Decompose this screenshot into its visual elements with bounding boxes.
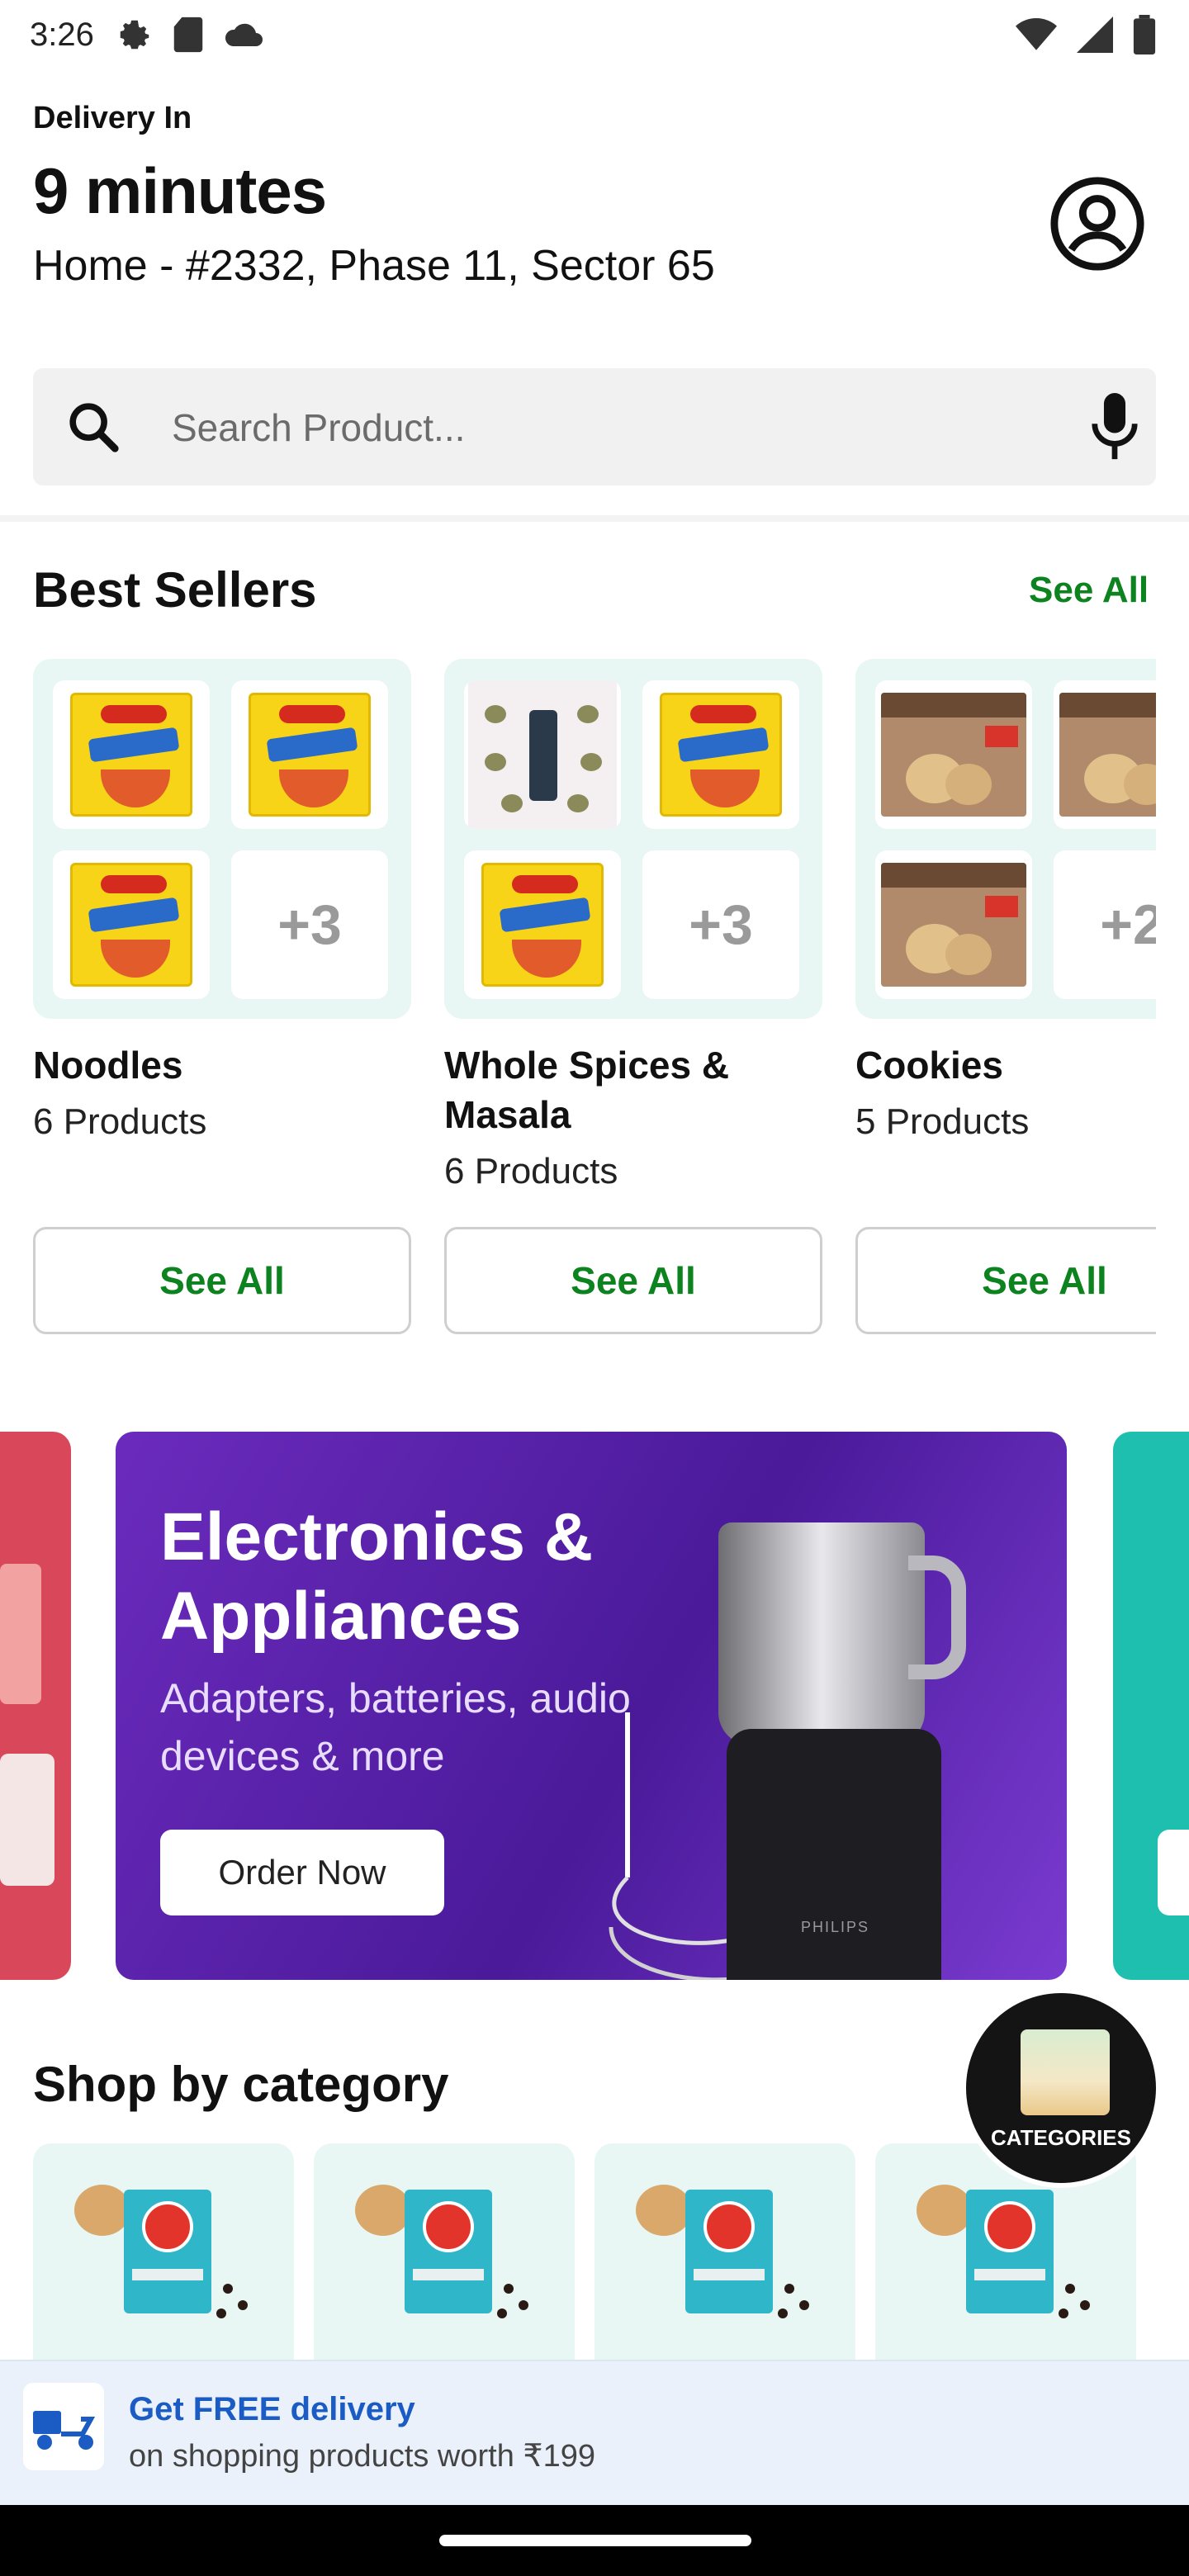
product-thumb bbox=[1054, 680, 1156, 829]
product-thumb bbox=[875, 850, 1032, 999]
categories-thumb bbox=[1021, 2029, 1110, 2115]
best-seller-card-cookies[interactable]: +2 Cookies 5 Products See All bbox=[855, 659, 1156, 1334]
product-thumb bbox=[642, 680, 799, 829]
system-nav-bar bbox=[0, 2505, 1189, 2576]
best-seller-card-spices[interactable]: +3 Whole Spices & Masala 6 Products bbox=[444, 659, 822, 1192]
category-name: Whole Spices & Masala bbox=[444, 1044, 730, 1136]
best-seller-card-clip: +2 Cookies 5 Products See All bbox=[855, 659, 1156, 1352]
product-count: 6 Products bbox=[444, 1151, 618, 1191]
product-thumb bbox=[464, 680, 621, 829]
search-bar[interactable] bbox=[33, 368, 1156, 485]
more-count: +3 bbox=[689, 893, 753, 956]
more-products-tile: +3 bbox=[231, 850, 388, 999]
category-card[interactable] bbox=[33, 2143, 294, 2391]
categories-fab-label: CATEGORIES bbox=[991, 2125, 1131, 2150]
product-count: 6 Products bbox=[33, 1101, 207, 1142]
brand-text: PHILIPS bbox=[801, 1919, 870, 1935]
see-all-button-spices[interactable]: See All bbox=[444, 1227, 822, 1334]
cloud-icon bbox=[225, 23, 263, 46]
status-icons-left bbox=[116, 16, 266, 54]
mixer-jar bbox=[718, 1522, 925, 1745]
order-now-button[interactable]: Order Now bbox=[160, 1830, 444, 1915]
product-thumb bbox=[231, 680, 388, 829]
delivery-scooter-icon bbox=[23, 2383, 104, 2470]
free-delivery-title: Get FREE delivery bbox=[129, 2391, 415, 2427]
product-count: 5 Products bbox=[855, 1101, 1030, 1142]
banner-title: Electronics & Appliances bbox=[160, 1499, 594, 1654]
category-name: Noodles bbox=[33, 1044, 183, 1087]
category-card[interactable] bbox=[594, 2143, 855, 2391]
sd-card-icon bbox=[173, 17, 203, 53]
free-delivery-banner[interactable]: Get FREE delivery on shopping products w… bbox=[0, 2360, 1189, 2505]
delivery-label: Delivery In bbox=[33, 101, 192, 135]
mic-icon[interactable] bbox=[1090, 393, 1139, 461]
account-circle-icon[interactable] bbox=[1049, 175, 1146, 272]
mixer-handle bbox=[908, 1556, 966, 1679]
signal-icon bbox=[1077, 17, 1113, 53]
product-image-grid[interactable]: +3 bbox=[444, 659, 822, 1019]
banner-electronics[interactable]: Electronics & Appliances Adapters, batte… bbox=[116, 1432, 1067, 1980]
more-products-tile: +3 bbox=[642, 850, 799, 999]
mixer-body bbox=[727, 1729, 941, 1980]
best-seller-card-noodles[interactable]: +3 Noodles 6 Products bbox=[33, 659, 411, 1143]
settings-icon bbox=[120, 20, 149, 50]
see-all-button-noodles[interactable]: See All bbox=[33, 1227, 411, 1334]
category-card[interactable] bbox=[314, 2143, 575, 2391]
best-sellers-title: Best Sellers bbox=[33, 562, 317, 618]
delivery-time: 9 minutes bbox=[33, 154, 327, 227]
product-image-grid[interactable]: +3 bbox=[33, 659, 411, 1019]
category-name: Cookies bbox=[855, 1044, 1003, 1087]
categories-fab-button[interactable]: CATEGORIES bbox=[961, 1988, 1161, 2188]
free-delivery-subtitle: on shopping products worth ₹199 bbox=[129, 2439, 595, 2474]
product-thumb bbox=[464, 850, 621, 999]
search-input[interactable] bbox=[172, 395, 997, 461]
search-icon[interactable] bbox=[64, 398, 122, 456]
shop-by-category-title: Shop by category bbox=[33, 2057, 449, 2112]
status-icons-right bbox=[1016, 15, 1156, 54]
banner-partial-right[interactable] bbox=[1113, 1432, 1189, 1980]
more-count: +3 bbox=[277, 893, 342, 956]
wifi-icon bbox=[1016, 18, 1057, 50]
more-products-tile: +2 bbox=[1054, 850, 1156, 999]
banner-beauty-partial[interactable] bbox=[0, 1432, 71, 1980]
delivery-address[interactable]: Home - #2332, Phase 11, Sector 65 bbox=[33, 241, 715, 291]
product-thumb bbox=[875, 680, 1032, 829]
section-divider bbox=[0, 515, 1189, 522]
product-thumb bbox=[53, 680, 210, 829]
best-sellers-see-all[interactable]: See All bbox=[1029, 570, 1149, 611]
see-all-button-cookies[interactable]: See All bbox=[855, 1227, 1156, 1334]
status-time: 3:26 bbox=[30, 16, 94, 53]
battery-icon bbox=[1133, 15, 1156, 54]
status-bar: 3:26 bbox=[0, 0, 1189, 69]
home-indicator[interactable] bbox=[439, 2535, 751, 2546]
more-count: +2 bbox=[1100, 893, 1156, 956]
product-thumb bbox=[53, 850, 210, 999]
product-image-grid[interactable]: +2 bbox=[855, 659, 1156, 1019]
